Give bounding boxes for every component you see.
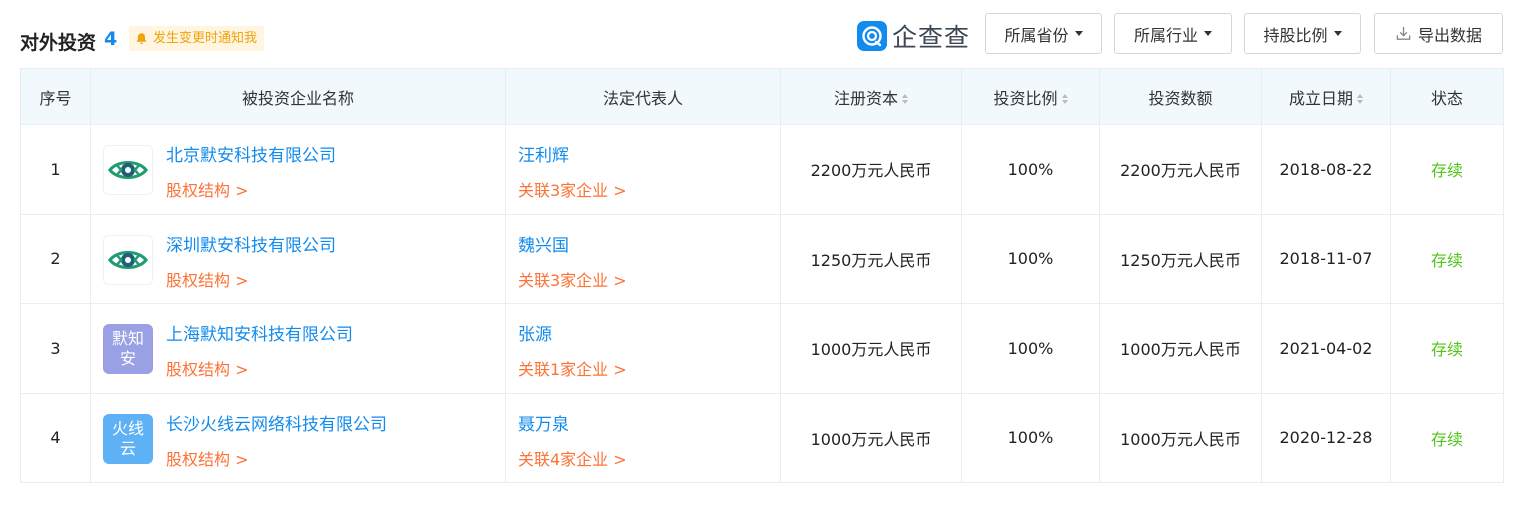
- export-label: 导出数据: [1417, 25, 1482, 45]
- related-companies-link[interactable]: 关联3家企业 >: [518, 177, 627, 201]
- registered-capital: 1000万元人民币: [780, 392, 962, 483]
- industry-filter-dropdown[interactable]: 所属行业: [1114, 13, 1232, 54]
- logo-text: 企查查: [892, 23, 971, 52]
- table-header-row: 序号 被投资企业名称 法定代表人 注册资本 投资比例 投资数额 成立日期 状态: [20, 68, 1504, 125]
- equity-structure-link[interactable]: 股权结构 >: [166, 267, 249, 291]
- company-cell: 火线云 长沙火线云网络科技有限公司 股权结构 >: [90, 392, 506, 483]
- company-cell: 北京默安科技有限公司 股权结构 >: [90, 124, 506, 215]
- table-row: 1 北京默安科技有限公司 股权结构 > 汪利辉 关联3家企业 >2200万元人民币 10…: [20, 124, 1504, 215]
- equity-structure-link[interactable]: 股权结构 >: [166, 356, 249, 380]
- investment-ratio: 100%: [961, 392, 1100, 483]
- status-badge: 存续: [1390, 392, 1504, 483]
- investment-ratio: 100%: [961, 213, 1100, 304]
- investment-ratio: 100%: [961, 124, 1100, 215]
- status-badge: 存续: [1390, 124, 1504, 215]
- related-companies-link[interactable]: 关联3家企业 >: [518, 267, 627, 291]
- company-name-link[interactable]: 深圳默安科技有限公司: [166, 231, 336, 256]
- equity-structure-link[interactable]: 股权结构 >: [166, 177, 249, 201]
- col-company: 被投资企业名称: [90, 68, 506, 125]
- province-filter-label: 所属省份: [1004, 25, 1069, 45]
- investment-amount: 1000万元人民币: [1099, 303, 1262, 394]
- col-status: 状态: [1390, 68, 1504, 125]
- company-name-link[interactable]: 长沙火线云网络科技有限公司: [166, 410, 387, 435]
- legal-rep-link[interactable]: 汪利辉: [518, 141, 569, 166]
- company-name-link[interactable]: 北京默安科技有限公司: [166, 141, 336, 166]
- table-row: 2 深圳默安科技有限公司 股权结构 > 魏兴国 关联3家企业 >1250万元人民币 10…: [20, 213, 1504, 304]
- company-avatar[interactable]: 火线云: [103, 413, 153, 464]
- registered-capital: 1000万元人民币: [780, 303, 962, 394]
- export-data-button[interactable]: 导出数据: [1374, 13, 1503, 54]
- col-amount: 投资数额: [1099, 68, 1262, 125]
- ratio-filter-dropdown[interactable]: 持股比例: [1244, 13, 1361, 54]
- status-badge: 存续: [1390, 303, 1504, 394]
- row-index: 2: [20, 213, 91, 304]
- notify-button[interactable]: 发生变更时通知我: [129, 26, 265, 51]
- investment-table: 序号 被投资企业名称 法定代表人 注册资本 投资比例 投资数额 成立日期 状态 …: [20, 68, 1504, 483]
- row-index: 4: [20, 392, 91, 483]
- bell-icon: [136, 33, 147, 44]
- investment-amount: 2200万元人民币: [1099, 124, 1262, 215]
- investment-ratio: 100%: [961, 303, 1100, 394]
- col-capital-sortable[interactable]: 注册资本: [780, 68, 962, 125]
- legal-rep-link[interactable]: 魏兴国: [518, 231, 569, 256]
- qichacha-logo: 企查查: [857, 20, 970, 52]
- sort-icon: [1061, 94, 1068, 104]
- company-cell: 深圳默安科技有限公司 股权结构 >: [90, 213, 506, 304]
- establish-date: 2018-08-22: [1261, 124, 1391, 215]
- establish-date: 2018-11-07: [1261, 213, 1391, 304]
- table-row: 4 火线云 长沙火线云网络科技有限公司 股权结构 > 聂万泉 关联4家企业 >1000万元…: [20, 392, 1504, 483]
- col-ratio-sortable[interactable]: 投资比例: [961, 68, 1100, 125]
- download-icon: [1396, 26, 1411, 40]
- section-title: 对外投资: [20, 32, 97, 54]
- legal-rep-cell: 魏兴国关联3家企业 >: [505, 213, 781, 304]
- legal-rep-cell: 张源关联1家企业 >: [505, 303, 781, 394]
- related-companies-link[interactable]: 关联1家企业 >: [518, 356, 627, 380]
- col-date-sortable[interactable]: 成立日期: [1261, 68, 1391, 125]
- legal-rep-link[interactable]: 聂万泉: [518, 410, 569, 435]
- qichacha-logo-icon: [857, 21, 887, 51]
- caret-down-icon: [1074, 31, 1083, 36]
- investment-amount: 1250万元人民币: [1099, 213, 1262, 304]
- company-cell: 默知安 上海默知安科技有限公司 股权结构 >: [90, 303, 506, 394]
- establish-date: 2020-12-28: [1261, 392, 1391, 483]
- industry-filter-label: 所属行业: [1133, 25, 1198, 45]
- establish-date: 2021-04-02: [1261, 303, 1391, 394]
- section-header: 对外投资 4 发生变更时通知我 企查查 所属省份 所属行业 持股比例 导出数据: [0, 0, 1523, 68]
- legal-rep-cell: 聂万泉关联4家企业 >: [505, 392, 781, 483]
- status-badge: 存续: [1390, 213, 1504, 304]
- row-index: 3: [20, 303, 91, 394]
- sort-icon: [902, 94, 908, 104]
- registered-capital: 1250万元人民币: [780, 213, 962, 304]
- caret-down-icon: [1333, 31, 1342, 36]
- col-index: 序号: [20, 68, 91, 125]
- row-index: 1: [20, 124, 91, 215]
- legal-rep-link[interactable]: 张源: [518, 320, 552, 345]
- col-legal-rep: 法定代表人: [505, 68, 781, 125]
- ratio-filter-label: 持股比例: [1263, 25, 1328, 45]
- company-logo-icon[interactable]: [103, 234, 153, 285]
- province-filter-dropdown[interactable]: 所属省份: [985, 13, 1102, 54]
- legal-rep-cell: 汪利辉关联3家企业 >: [505, 124, 781, 215]
- company-avatar[interactable]: 默知安: [103, 324, 153, 374]
- company-name-link[interactable]: 上海默知安科技有限公司: [166, 320, 353, 345]
- equity-structure-link[interactable]: 股权结构 >: [166, 446, 249, 470]
- investment-amount: 1000万元人民币: [1099, 392, 1262, 483]
- sort-icon: [1357, 94, 1363, 104]
- investment-count: 4: [104, 28, 118, 50]
- caret-down-icon: [1204, 31, 1212, 36]
- notify-label: 发生变更时通知我: [153, 31, 258, 46]
- related-companies-link[interactable]: 关联4家企业 >: [518, 446, 627, 470]
- registered-capital: 2200万元人民币: [780, 124, 962, 215]
- company-logo-icon[interactable]: [103, 145, 153, 195]
- table-row: 3 默知安 上海默知安科技有限公司 股权结构 > 张源 关联1家企业 >1000万元人民币…: [20, 303, 1504, 394]
